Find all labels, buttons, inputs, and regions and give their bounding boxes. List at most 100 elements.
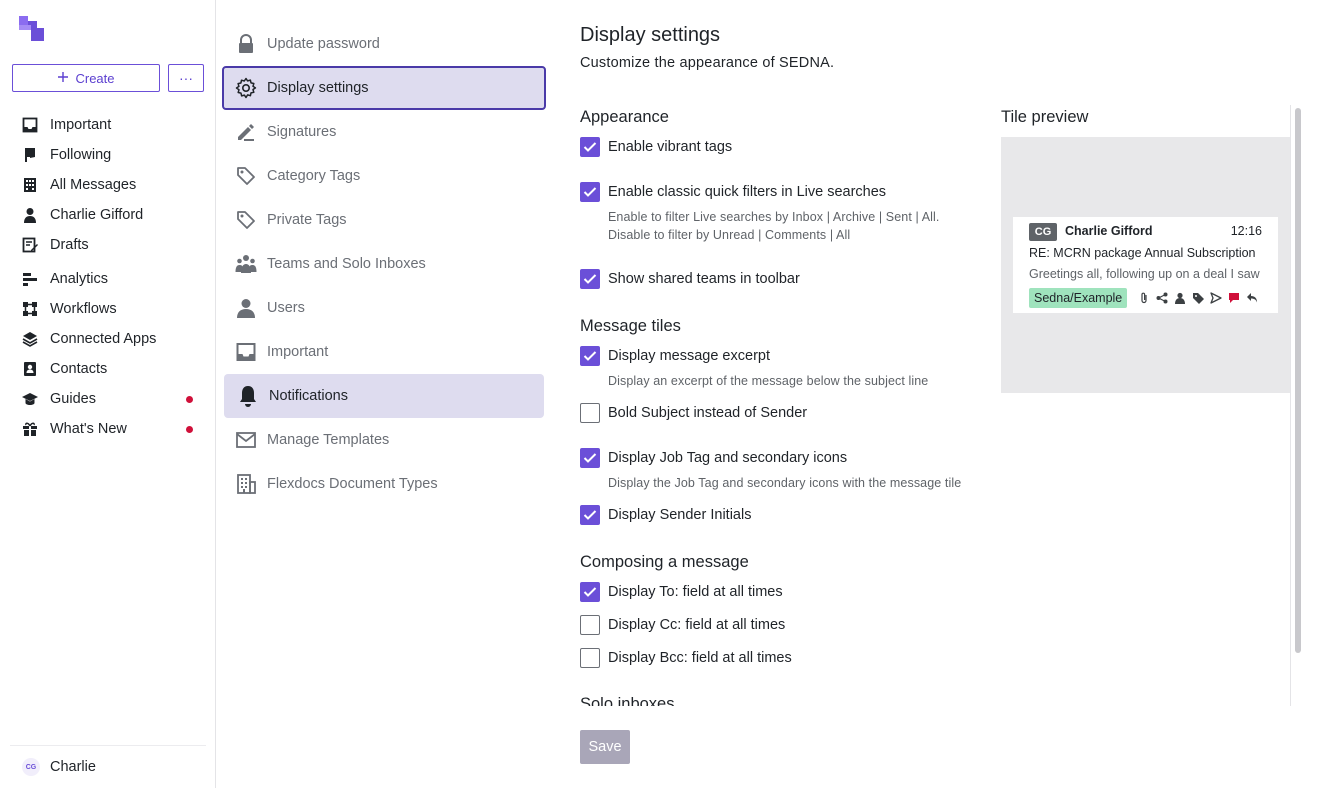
checkbox-label: Display Sender Initials	[608, 507, 752, 523]
checkbox-label: Bold Subject instead of Sender	[608, 405, 808, 421]
building-icon	[22, 177, 38, 193]
checkbox-display-cc-field[interactable]: Display Cc: field at all times	[580, 615, 785, 635]
nav-label: Analytics	[50, 271, 109, 287]
page-subtitle: Customize the appearance of SEDNA.	[580, 55, 835, 71]
checkbox-unchecked[interactable]	[580, 403, 600, 423]
checkbox-classic-quick-filters[interactable]: Enable classic quick filters in Live sea…	[580, 182, 886, 202]
send-icon	[1209, 291, 1223, 305]
checkbox-display-bcc-field[interactable]: Display Bcc: field at all times	[580, 648, 792, 668]
nav-item-all-messages[interactable]: All Messages	[0, 170, 215, 200]
tile-sender: Charlie Gifford	[1065, 224, 1153, 238]
nav-item-contacts[interactable]: Contacts	[0, 354, 215, 384]
checkbox-checked[interactable]	[580, 346, 600, 366]
tile-preview: CG Charlie Gifford 12:16 RE: MCRN packag…	[1001, 137, 1291, 393]
checkbox-checked[interactable]	[580, 448, 600, 468]
create-button[interactable]: Create	[12, 64, 160, 92]
flag-icon	[22, 147, 38, 163]
graduation-cap-icon	[22, 391, 38, 407]
settings-item-manage-templates[interactable]: Manage Templates	[222, 418, 546, 462]
checkbox-show-shared-teams[interactable]: Show shared teams in toolbar	[580, 269, 800, 289]
checkbox-checked[interactable]	[580, 182, 600, 202]
checkbox-bold-subject[interactable]: Bold Subject instead of Sender	[580, 403, 807, 423]
checkbox-display-sender-initials[interactable]: Display Sender Initials	[580, 505, 751, 525]
settings-item-signatures[interactable]: Signatures	[222, 110, 546, 154]
nav-label: Important	[50, 117, 112, 133]
secondary-icons	[1137, 291, 1259, 305]
settings-item-flexdocs-document-types[interactable]: Flexdocs Document Types	[222, 462, 546, 506]
settings-item-category-tags[interactable]: Category Tags	[222, 154, 546, 198]
checkbox-checked[interactable]	[580, 137, 600, 157]
nav-label: Following	[50, 147, 112, 163]
help-text: Enable to filter Live searches by Inbox …	[608, 210, 940, 224]
envelope-icon	[235, 429, 257, 451]
save-button[interactable]: Save	[580, 730, 630, 764]
settings-item-display-settings[interactable]: Display settings	[222, 66, 546, 110]
checkbox-display-to-field[interactable]: Display To: field at all times	[580, 582, 783, 602]
settings-item-label: Category Tags	[267, 168, 361, 184]
checkbox-display-message-excerpt[interactable]: Display message excerpt	[580, 346, 770, 366]
nav-label: Contacts	[50, 361, 108, 377]
tag-icon	[235, 165, 257, 187]
nav-item-important[interactable]: Important	[0, 110, 215, 140]
checkbox-label: Enable vibrant tags	[608, 139, 733, 155]
team-icon	[235, 253, 257, 275]
nav-list: Important Following All Messages Charlie…	[0, 110, 215, 444]
bell-icon	[237, 385, 259, 407]
reply-icon	[1245, 291, 1259, 305]
settings-item-important[interactable]: Important	[222, 330, 546, 374]
drafts-icon	[22, 237, 38, 253]
scrollbar[interactable]	[1290, 105, 1302, 706]
nav-item-connected-apps[interactable]: Connected Apps	[0, 324, 215, 354]
sedna-logo[interactable]	[19, 16, 45, 42]
layers-icon	[22, 331, 38, 347]
user-name: Charlie	[50, 759, 96, 775]
settings-menu: Update password Display settings Signatu…	[222, 22, 546, 506]
checkbox-unchecked[interactable]	[580, 648, 600, 668]
message-tile-preview: CG Charlie Gifford 12:16 RE: MCRN packag…	[1013, 217, 1278, 313]
current-user[interactable]: CG Charlie	[10, 745, 206, 788]
notification-dot	[186, 396, 193, 403]
checkbox-label: Show shared teams in toolbar	[608, 271, 800, 287]
notification-dot	[186, 426, 193, 433]
checkbox-enable-vibrant-tags[interactable]: Enable vibrant tags	[580, 137, 732, 157]
settings-item-teams-solo-inboxes[interactable]: Teams and Solo Inboxes	[222, 242, 546, 286]
checkbox-label: Display Cc: field at all times	[608, 617, 786, 633]
settings-item-users[interactable]: Users	[222, 286, 546, 330]
checkbox-unchecked[interactable]	[580, 615, 600, 635]
checkbox-checked[interactable]	[580, 269, 600, 289]
nav-label: Workflows	[50, 301, 117, 317]
nav-item-drafts[interactable]: Drafts	[0, 230, 215, 260]
nav-item-following[interactable]: Following	[0, 140, 215, 170]
checkbox-checked[interactable]	[580, 582, 600, 602]
settings-item-update-password[interactable]: Update password	[222, 22, 546, 66]
nav-item-charlie-gifford[interactable]: Charlie Gifford	[0, 200, 215, 230]
settings-item-notifications[interactable]: Notifications	[224, 374, 544, 418]
comment-icon	[1227, 291, 1241, 305]
tile-subject: RE: MCRN package Annual Subscription	[1029, 246, 1256, 260]
tile-time: 12:16	[1230, 224, 1262, 238]
tile-preview-title: Tile preview	[1001, 108, 1089, 126]
building-icon	[235, 473, 257, 495]
checkbox-checked[interactable]	[580, 505, 600, 525]
person-icon	[22, 207, 38, 223]
settings-item-private-tags[interactable]: Private Tags	[222, 198, 546, 242]
contacts-icon	[22, 361, 38, 377]
nav-item-whats-new[interactable]: What's New	[0, 414, 215, 444]
nav-label: Drafts	[50, 237, 89, 253]
nav-label: Charlie Gifford	[50, 207, 144, 223]
workflow-icon	[22, 301, 38, 317]
checkbox-display-job-tag[interactable]: Display Job Tag and secondary icons	[580, 448, 847, 468]
person-icon	[1173, 291, 1187, 305]
analytics-icon	[22, 271, 38, 287]
gift-icon	[22, 421, 38, 437]
share-icon	[1155, 291, 1169, 305]
gear-icon	[235, 77, 257, 99]
nav-item-analytics[interactable]: Analytics	[0, 264, 215, 294]
more-options-button[interactable]: ···	[168, 64, 204, 92]
nav-item-guides[interactable]: Guides	[0, 384, 215, 414]
settings-item-label: Signatures	[267, 124, 337, 140]
settings-scroll-area[interactable]: Appearance Enable vibrant tags Enable cl…	[580, 104, 980, 706]
nav-item-workflows[interactable]: Workflows	[0, 294, 215, 324]
scrollbar-thumb[interactable]	[1295, 108, 1301, 653]
nav-label: What's New	[50, 421, 127, 437]
